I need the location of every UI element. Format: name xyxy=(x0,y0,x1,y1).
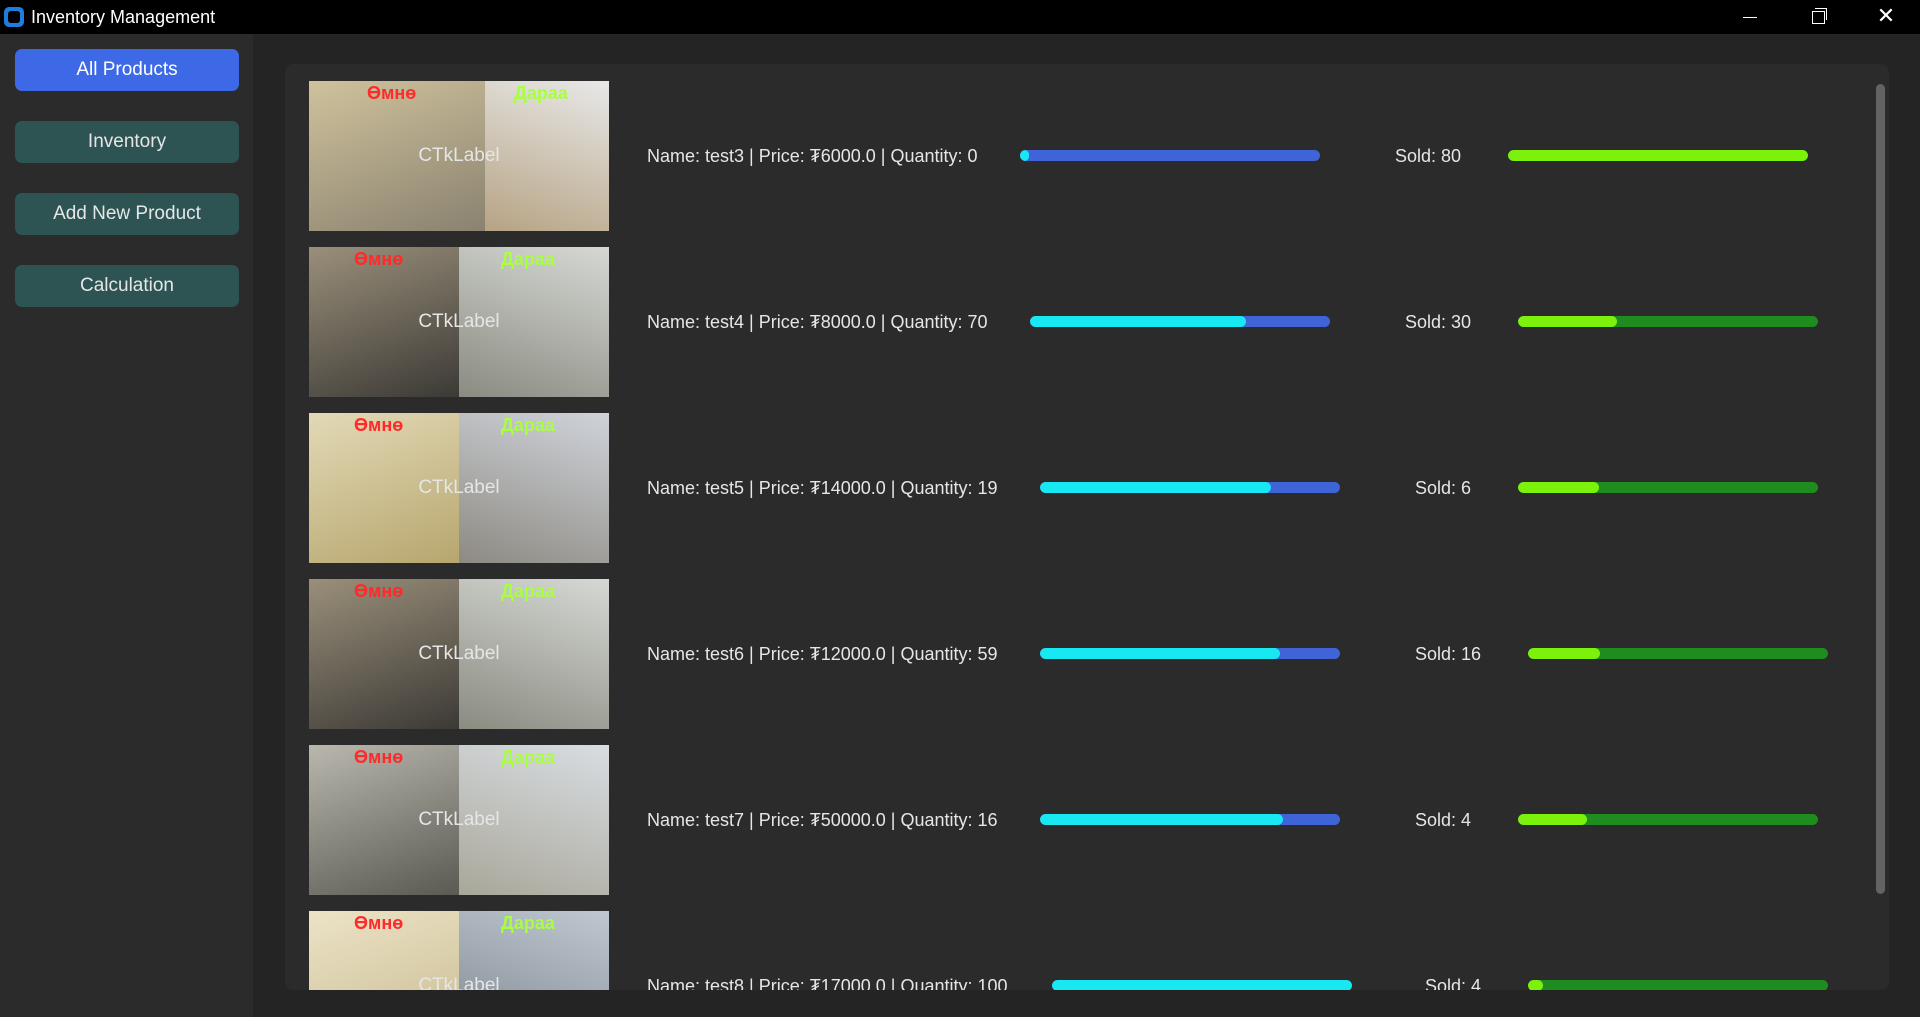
sold-progress-fill xyxy=(1508,150,1808,161)
quantity-progress-fill xyxy=(1030,316,1246,327)
inventory-button[interactable]: Inventory xyxy=(15,121,239,163)
product-info: Name: test3 | Price: ₮6000.0 | Quantity:… xyxy=(647,145,978,166)
quantity-progress-bar xyxy=(1052,980,1352,990)
sold-count: Sold: 6 xyxy=(1415,477,1472,498)
quantity-progress-fill xyxy=(1040,482,1271,493)
product-list[interactable]: Өмнө Дараа CTkLabel Name: test3 | Price:… xyxy=(285,64,1889,990)
sold-count: Sold: 4 xyxy=(1415,809,1472,830)
product-info: Name: test7 | Price: ₮50000.0 | Quantity… xyxy=(647,809,998,830)
image-placeholder-label: CTkLabel xyxy=(418,477,500,498)
window-title: Inventory Management xyxy=(31,6,216,27)
sold-progress-bar xyxy=(1518,316,1818,327)
sold-progress-fill xyxy=(1518,814,1587,825)
quantity-progress-fill xyxy=(1040,648,1280,659)
quantity-progress-fill xyxy=(1020,150,1029,161)
product-row: Өмнө Дараа CTkLabel Name: test3 | Price:… xyxy=(309,81,1869,231)
product-image: Өмнө Дараа CTkLabel xyxy=(309,247,609,397)
minimize-icon xyxy=(1743,16,1757,18)
quantity-progress-bar xyxy=(1030,316,1330,327)
close-icon: ✕ xyxy=(1876,4,1896,29)
sold-progress-bar xyxy=(1528,980,1828,990)
quantity-progress-bar xyxy=(1020,150,1320,161)
product-row: Өмнө Дараа CTkLabel Name: test7 | Price:… xyxy=(309,745,1869,895)
all-products-button[interactable]: All Products xyxy=(15,49,239,91)
product-info: Name: test4 | Price: ₮8000.0 | Quantity:… xyxy=(647,311,988,332)
window-controls: ✕ xyxy=(1716,0,1920,34)
sold-count: Sold: 4 xyxy=(1425,975,1482,991)
sold-progress-bar xyxy=(1508,150,1808,161)
sold-count: Sold: 80 xyxy=(1395,145,1462,166)
product-info: Name: test5 | Price: ₮14000.0 | Quantity… xyxy=(647,477,998,498)
calculation-button[interactable]: Calculation xyxy=(15,265,239,307)
title-bar: Inventory Management ✕ xyxy=(0,0,1920,34)
sold-count: Sold: 16 xyxy=(1415,643,1482,664)
product-image: Өмнө Дараа CTkLabel xyxy=(309,911,609,990)
close-button[interactable]: ✕ xyxy=(1852,0,1920,34)
product-image: Өмнө Дараа CTkLabel xyxy=(309,745,609,895)
product-info: Name: test6 | Price: ₮12000.0 | Quantity… xyxy=(647,643,998,664)
app-icon xyxy=(4,7,24,27)
restore-button[interactable] xyxy=(1784,0,1852,34)
sold-progress-fill xyxy=(1528,648,1600,659)
product-info: Name: test8 | Price: ₮17000.0 | Quantity… xyxy=(647,975,1008,991)
sold-progress-fill xyxy=(1528,980,1543,990)
image-placeholder-label: CTkLabel xyxy=(418,643,500,664)
add-new-product-button[interactable]: Add New Product xyxy=(15,193,239,235)
product-row: Өмнө Дараа CTkLabel Name: test5 | Price:… xyxy=(309,413,1869,563)
sold-progress-bar xyxy=(1518,814,1818,825)
product-row: Өмнө Дараа CTkLabel Name: test8 | Price:… xyxy=(309,911,1869,990)
scrollbar[interactable] xyxy=(1876,84,1885,894)
product-image: Өмнө Дараа CTkLabel xyxy=(309,579,609,729)
product-image: Өмнө Дараа CTkLabel xyxy=(309,81,609,231)
product-row: Өмнө Дараа CTkLabel Name: test4 | Price:… xyxy=(309,247,1869,397)
quantity-progress-fill xyxy=(1052,980,1352,990)
quantity-progress-bar xyxy=(1040,814,1340,825)
sold-progress-bar xyxy=(1528,648,1828,659)
sold-progress-fill xyxy=(1518,482,1599,493)
sidebar: All Products Inventory Add New Product C… xyxy=(0,34,253,1017)
sold-count: Sold: 30 xyxy=(1405,311,1472,332)
sold-progress-bar xyxy=(1518,482,1818,493)
product-row: Өмнө Дараа CTkLabel Name: test6 | Price:… xyxy=(309,579,1869,729)
quantity-progress-bar xyxy=(1040,482,1340,493)
minimize-button[interactable] xyxy=(1716,0,1784,34)
image-placeholder-label: CTkLabel xyxy=(418,145,500,166)
image-placeholder-label: CTkLabel xyxy=(418,975,500,990)
image-placeholder-label: CTkLabel xyxy=(418,311,500,332)
sold-progress-fill xyxy=(1518,316,1617,327)
product-image: Өмнө Дараа CTkLabel xyxy=(309,413,609,563)
restore-icon xyxy=(1811,7,1827,24)
image-placeholder-label: CTkLabel xyxy=(418,809,500,830)
quantity-progress-fill xyxy=(1040,814,1283,825)
quantity-progress-bar xyxy=(1040,648,1340,659)
